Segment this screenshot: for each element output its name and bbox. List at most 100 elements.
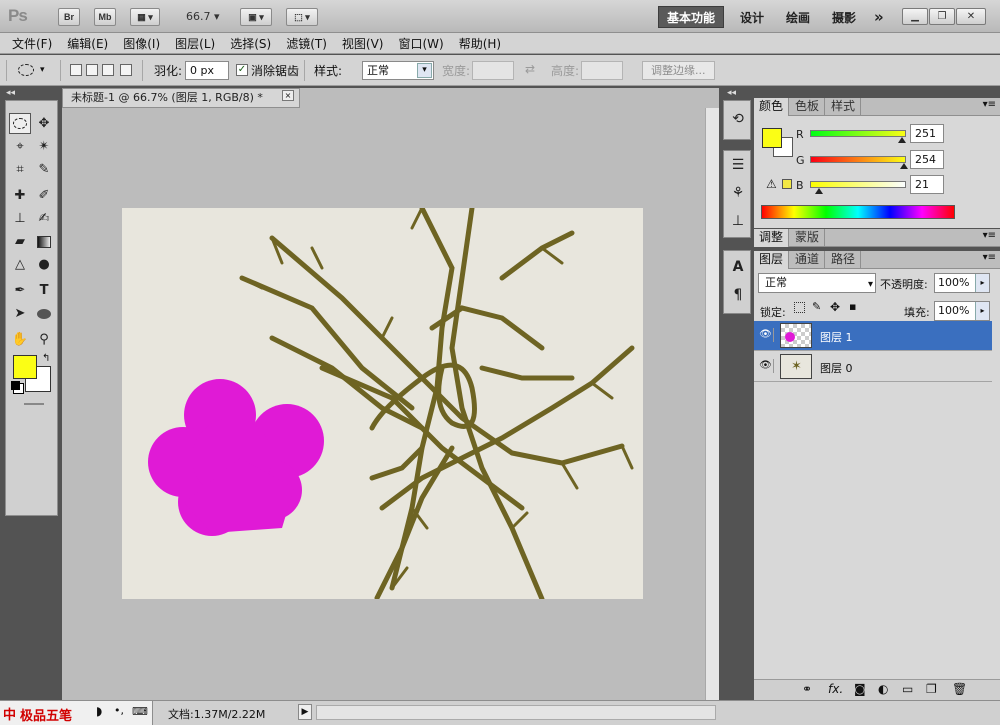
g-value[interactable]: 254 <box>910 150 944 169</box>
menu-edit[interactable]: 编辑(E) <box>67 35 108 52</box>
gamut-color-swatch[interactable] <box>782 179 792 189</box>
brush-tool[interactable]: ✐ <box>33 185 55 206</box>
character-icon[interactable]: A <box>729 259 747 277</box>
tab-channels[interactable]: 通道 <box>790 251 826 269</box>
move-tool[interactable]: ✥ <box>33 113 55 134</box>
paragraph-icon[interactable]: ¶ <box>729 287 747 305</box>
quick-selection-tool[interactable]: ✴ <box>33 136 55 157</box>
antialias-checkbox[interactable]: ✓ <box>236 64 248 76</box>
style-select[interactable]: 正常 ▾ <box>362 61 434 80</box>
height-input[interactable] <box>581 61 623 80</box>
width-input[interactable] <box>472 61 514 80</box>
blur-tool[interactable]: △ <box>9 254 31 275</box>
opacity-input[interactable]: 100% ▸ <box>934 273 990 293</box>
layer-name[interactable]: 图层 1 <box>820 329 853 345</box>
g-slider[interactable] <box>810 156 906 163</box>
pen-tool[interactable]: ✒ <box>9 280 31 301</box>
panel-menu-icon[interactable]: ▾≡ <box>983 230 996 241</box>
visibility-eye-icon[interactable]: 👁 <box>758 328 774 342</box>
punctuation-icon[interactable]: •, <box>114 704 124 717</box>
zoom-tool[interactable]: ⚲ <box>33 329 55 350</box>
workspace-photography[interactable]: 摄影 <box>824 6 864 28</box>
lock-pixels-icon[interactable]: ✎ <box>812 300 821 313</box>
default-colors-icon[interactable] <box>11 381 20 390</box>
out-of-gamut-warning-icon[interactable]: ⚠ <box>766 177 777 191</box>
workspace-essentials[interactable]: 基本功能 <box>658 6 725 28</box>
add-to-selection-icon[interactable] <box>86 64 98 76</box>
menu-help[interactable]: 帮助(H) <box>459 35 501 52</box>
refine-edge-button[interactable]: 调整边缘... <box>642 61 715 80</box>
menu-select[interactable]: 选择(S) <box>230 35 271 52</box>
tab-adjustments[interactable]: 调整 <box>754 229 790 247</box>
lock-all-icon[interactable]: ▪ <box>849 300 856 313</box>
image-canvas[interactable] <box>122 208 643 599</box>
foreground-color-swatch[interactable] <box>13 355 37 379</box>
tool-preset-picker[interactable]: ▾ <box>18 60 54 80</box>
blend-mode-select[interactable]: 正常 ▾ <box>758 273 876 293</box>
eyedropper-tool[interactable]: ✎ <box>33 159 55 180</box>
arrange-documents-button[interactable]: ▣ ▾ <box>240 8 272 26</box>
g-slider-thumb[interactable] <box>900 163 908 169</box>
swap-icon[interactable]: ⇄ <box>525 62 535 76</box>
subtract-from-selection-icon[interactable] <box>102 64 114 76</box>
adjustment-layer-icon[interactable]: ◐ <box>878 682 888 696</box>
history-icon[interactable]: ⟲ <box>729 111 747 129</box>
foreground-color-swatch[interactable] <box>762 128 782 148</box>
half-width-icon[interactable]: ◗ <box>96 704 102 718</box>
clone-stamp-tool[interactable]: ⊥ <box>9 208 31 229</box>
layer-row[interactable]: 👁 ✶ 图层 0 <box>754 352 992 382</box>
layer-row[interactable]: 👁 图层 1 <box>754 321 992 351</box>
intersect-selection-icon[interactable] <box>120 64 132 76</box>
menu-filter[interactable]: 滤镜(T) <box>286 35 327 52</box>
tab-swatches[interactable]: 色板 <box>790 98 826 116</box>
chevron-right-icon[interactable]: ▸ <box>975 274 989 292</box>
bridge-button[interactable]: Br <box>58 8 80 26</box>
r-value[interactable]: 251 <box>910 124 944 143</box>
mini-bridge-button[interactable]: Mb <box>94 8 116 26</box>
tab-color[interactable]: 颜色 <box>754 98 790 116</box>
horizontal-scrollbar[interactable] <box>316 705 716 720</box>
feather-input[interactable]: 0 px <box>185 61 229 80</box>
new-layer-icon[interactable]: ❐ <box>926 682 937 696</box>
add-mask-icon[interactable]: ◙ <box>854 682 866 696</box>
tab-layers[interactable]: 图层 <box>754 251 790 269</box>
status-menu-arrow-icon[interactable]: ▶ <box>298 704 312 720</box>
tab-paths[interactable]: 路径 <box>826 251 862 269</box>
new-group-icon[interactable]: ▭ <box>902 682 913 696</box>
dodge-tool[interactable]: ● <box>33 254 55 275</box>
delete-layer-icon[interactable]: 🗑 <box>952 682 967 696</box>
b-slider-thumb[interactable] <box>815 188 823 194</box>
ime-toolbar[interactable]: 中 极品五笔 ◗ •, ⌨ <box>0 701 153 725</box>
tab-masks[interactable]: 蒙版 <box>790 229 826 247</box>
menu-image[interactable]: 图像(I) <box>123 35 160 52</box>
r-slider[interactable] <box>810 130 906 137</box>
soft-keyboard-icon[interactable]: ⌨ <box>132 705 148 718</box>
stamp-preset-icon[interactable]: ⊥ <box>729 213 747 231</box>
lock-transparency-icon[interactable] <box>794 302 805 313</box>
minimize-button[interactable]: ▁ <box>902 8 928 25</box>
expand-panels-icon[interactable]: ◂◂ <box>727 88 736 98</box>
r-slider-thumb[interactable] <box>898 137 906 143</box>
eraser-tool[interactable]: ▰ <box>9 231 31 252</box>
shape-tool[interactable] <box>33 303 55 324</box>
panel-menu-icon[interactable]: ▾≡ <box>983 252 996 263</box>
workspace-painting[interactable]: 绘画 <box>778 6 818 28</box>
b-value[interactable]: 21 <box>910 175 944 194</box>
path-selection-tool[interactable]: ➤ <box>9 303 31 324</box>
lasso-tool[interactable]: ⌖ <box>9 136 31 157</box>
healing-brush-tool[interactable]: ✚ <box>9 185 31 206</box>
menu-window[interactable]: 窗口(W) <box>398 35 443 52</box>
color-spectrum-bar[interactable] <box>761 205 955 219</box>
more-workspaces-button[interactable]: » <box>866 6 892 28</box>
lock-position-icon[interactable]: ✥ <box>830 300 840 314</box>
new-selection-icon[interactable] <box>70 64 82 76</box>
panel-menu-icon[interactable]: ▾≡ <box>983 99 996 110</box>
screen-mode-button[interactable]: ⬚ ▾ <box>286 8 318 26</box>
close-document-icon[interactable]: × <box>282 90 294 101</box>
document-tab[interactable]: 未标题-1 @ 66.7% (图层 1, RGB/8) * <box>62 88 300 108</box>
zoom-level[interactable]: 66.7 ▾ <box>186 10 220 23</box>
swap-colors-icon[interactable]: ↰ <box>42 353 50 364</box>
sliders-icon[interactable]: ☰ <box>729 157 747 175</box>
menu-file[interactable]: 文件(F) <box>12 35 52 52</box>
quick-mask-icon[interactable] <box>24 403 44 405</box>
